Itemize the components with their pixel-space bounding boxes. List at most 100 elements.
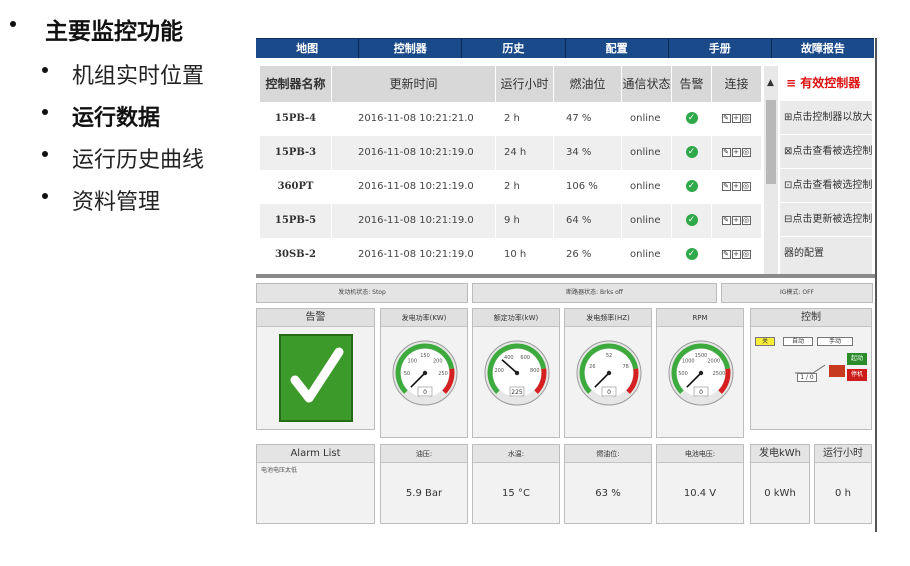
cell-time: 2016-11-08 10:21:19.0 [332,170,496,204]
bullet-dot [42,67,48,73]
gauge-tick-label: 400 [504,355,514,361]
zoom-icon[interactable]: ◎ [741,147,751,157]
gauge-tick-label: 2500 [713,371,726,377]
nav-manual[interactable]: 手册 [669,39,772,58]
gauge-title: 发电频率(HZ) [565,309,651,327]
gauge-tick-label: 78 [622,364,628,370]
gauge-tick-label: 500 [678,371,688,377]
app-frame-edge [875,38,877,532]
mode-auto-button[interactable]: 自动 [783,337,813,346]
control-panel: 控制 关 自动 手动 1 / 0 起动 停机 [750,308,872,430]
cell-comm: online [622,238,672,272]
cell-comm: online [622,170,672,204]
cell-label: 油压: [381,445,467,463]
table-header: 控制器名称 更新时间 运行小时 燃油位 通信状态 告警 连接 [260,66,762,102]
table-scrollbar[interactable]: ▲ [764,66,778,274]
gauge-tick-label: 250 [438,371,448,377]
gauge-tick-label: 26 [589,364,595,370]
zoom-icon[interactable]: ◎ [741,249,751,259]
nav-history[interactable]: 历史 [462,39,566,58]
bullet-sub-text: 运行历史曲线 [72,148,205,173]
nav-controller[interactable]: 控制器 [359,39,463,58]
alarm-ok-box [279,334,353,422]
cell-name: 15PB-3 [260,136,332,170]
gauge-readout: 225 [511,389,523,396]
cell-hours: 10 h [496,238,554,272]
table-row[interactable]: 15PB-5 2016-11-08 10:21:19.0 9 h 64 % on… [260,204,762,238]
bullet-dot [42,109,48,115]
table-row[interactable]: 15PB-4 2016-11-08 10:21:21.0 2 h 47 % on… [260,102,762,136]
table-row[interactable]: 360PT 2016-11-08 10:21:19.0 2 h 106 % on… [260,170,762,204]
expand-icon[interactable]: + [731,113,741,123]
side-hint-view: ⊠点击查看被选控制 [780,134,872,168]
side-hint-update: ⊟点击更新被选控制 [780,202,872,236]
cell-value: 0 h [835,488,851,499]
gauge-tick-label: 800 [530,368,540,374]
col-hours: 运行小时 [496,66,554,102]
cell-value: 5.9 Bar [405,488,443,499]
cell-value: 63 % [595,488,621,499]
alarm-panel-title: 告警 [257,309,374,327]
zoom-icon[interactable]: ◎ [741,113,751,123]
cell-label: 发电kWh [751,445,809,463]
edit-icon[interactable]: ✎ [721,147,731,157]
check-ok-icon: ✓ [685,112,698,124]
cell-label: 电池电压: [657,445,743,463]
mode-manual-button[interactable]: 手动 [817,337,853,346]
stop-button[interactable]: 停机 [847,369,867,381]
nav-config[interactable]: 配置 [566,39,669,58]
water-temp-cell: 水温: 15 °C [472,444,560,524]
col-name: 控制器名称 [260,66,332,102]
nav-map[interactable]: 地图 [256,39,360,58]
gauge-dial: 500 100015002000 2500 0 [668,340,734,406]
bullet-dot [42,151,48,157]
cell-comm: online [622,102,672,136]
cell-fuel: 47 % [554,102,622,136]
cell-hours: 24 h [496,136,554,170]
cell-connect: ✎ + ◎ [712,238,762,272]
gauge-dial: 50 100150200 250 0 [392,340,458,406]
zoom-icon[interactable]: ◎ [741,215,751,225]
nav-fault-report[interactable]: 故障报告 [772,39,874,58]
gauge-frequency: 发电频率(HZ) 26 52 78 0 [564,308,652,438]
cell-hours: 9 h [496,204,554,238]
cell-comm: online [622,136,672,170]
cell-alarm: ✓ [672,204,712,238]
run-hours-cell: 运行小时 0 h [814,444,872,524]
cell-name: 360PT [260,170,332,204]
cell-connect: ✎ + ◎ [712,170,762,204]
gauge-tick-label: 50 [404,371,410,377]
edit-icon[interactable]: ✎ [721,215,731,225]
cell-label: 水温: [473,445,559,463]
cell-fuel: 34 % [554,136,622,170]
col-comm: 通信状态 [622,66,672,102]
table-row[interactable]: 15PB-3 2016-11-08 10:21:19.0 24 h 34 % o… [260,136,762,170]
mode-off-button[interactable]: 关 [755,337,775,346]
table-row[interactable]: 30SB-2 2016-11-08 10:21:19.0 10 h 26 % o… [260,238,762,272]
section-divider [256,274,876,278]
scrollbar-thumb[interactable] [766,100,776,184]
expand-icon[interactable]: + [731,147,741,157]
bullet-sub-text: 运行数据 [72,105,161,131]
zoom-icon[interactable]: ◎ [741,181,751,191]
cell-time: 2016-11-08 10:21:19.0 [332,136,496,170]
gauge-power: 发电功率(KW) 50 100 150 200 250 0 [380,308,468,438]
side-hint-view-2: ⊡点击查看被选控制 [780,168,872,202]
expand-icon[interactable]: + [731,215,741,225]
bullet-dot [10,21,16,27]
edit-icon[interactable]: ✎ [721,181,731,191]
scroll-up-arrow-icon[interactable]: ▲ [767,78,774,88]
alarm-list-item[interactable]: 电池电压太低 [261,465,297,474]
cell-name: 15PB-4 [260,102,332,136]
gauge-dial: 200 400 600 800 225 [484,340,550,406]
start-button[interactable]: 起动 [847,353,867,365]
edit-icon[interactable]: ✎ [721,113,731,123]
oil-pressure-cell: 油压: 5.9 Bar [380,444,468,524]
cell-value: 10.4 V [683,488,717,499]
expand-icon[interactable]: + [731,249,741,259]
expand-icon[interactable]: + [731,181,741,191]
col-time: 更新时间 [332,66,496,102]
cell-value: 15 °C [502,488,530,499]
gauge-readout: 0 [423,389,427,396]
edit-icon[interactable]: ✎ [721,249,731,259]
